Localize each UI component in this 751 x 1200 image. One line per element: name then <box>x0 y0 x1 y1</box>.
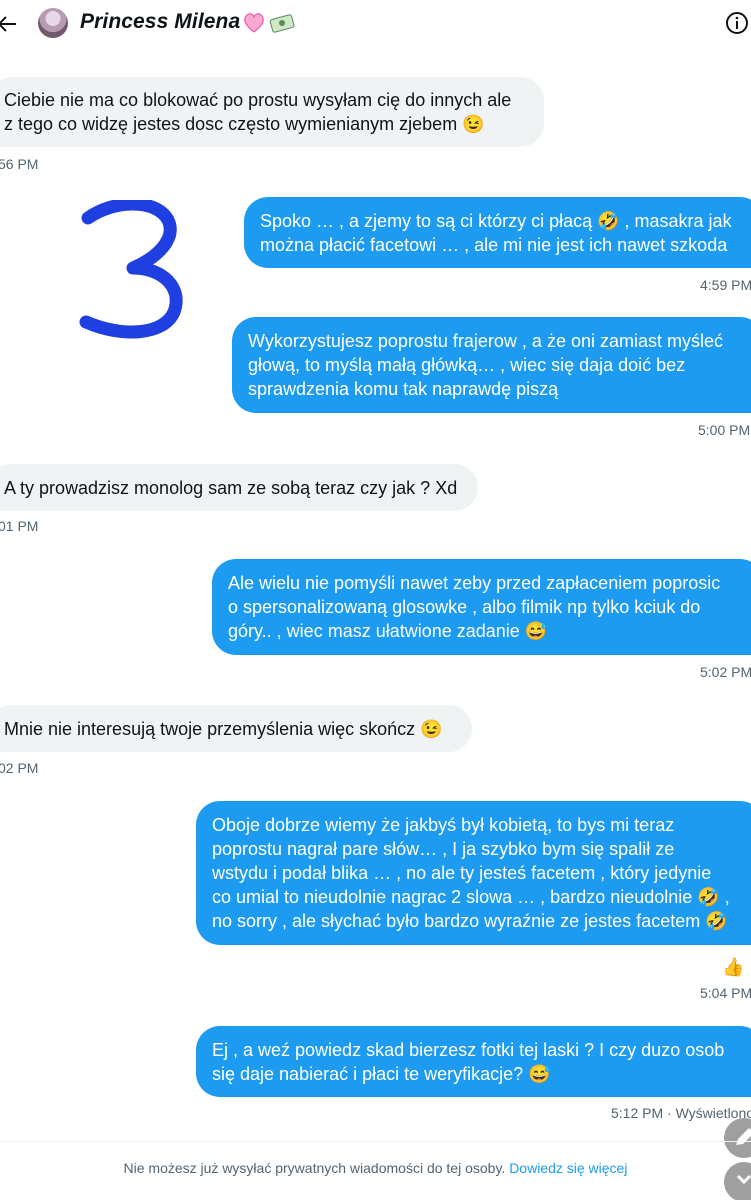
message-bubble-outgoing[interactable]: Oboje dobrze wiemy że jakbyś był kobietą… <box>196 801 751 945</box>
learn-more-link[interactable]: Dowiedz się więcej <box>509 1160 627 1176</box>
message-text: się daje nabierać i płaci te weryfikacje… <box>212 1064 551 1084</box>
contact-name[interactable]: Princess Milena <box>80 10 240 34</box>
back-arrow-icon[interactable] <box>0 12 18 36</box>
message-text: można płacić facetowi … , ale mi nie jes… <box>260 235 728 255</box>
heart-emoji-icon <box>244 13 264 33</box>
message-text: no sorry , ale słychać było bardzo wyraź… <box>212 911 728 931</box>
info-icon[interactable] <box>725 11 749 35</box>
message-text: co umial to nieudolnie nagrac 2 slowa … … <box>212 887 730 907</box>
message-timestamp: 5:02 PM <box>700 664 751 680</box>
message-text: sprawdzenia komu tak naprawdę piszą <box>248 379 559 399</box>
message-text: z tego co widzę jestes dosc często wymie… <box>4 114 485 134</box>
heart-money-emoji-icon <box>244 13 295 33</box>
message-timestamp: 5:04 PM <box>700 985 751 1001</box>
message-bubble-outgoing[interactable]: Ale wielu nie pomyśli nawet zeby przed z… <box>212 559 751 655</box>
footer-divider <box>0 1141 751 1142</box>
message-timestamp: 5:00 PM <box>698 422 751 438</box>
message-timestamp: 4:59 PM <box>700 277 751 293</box>
edit-button[interactable] <box>724 1118 751 1158</box>
message-text: o spersonalizowaną glosowke , albo filmi… <box>228 597 701 617</box>
message-bubble-incoming[interactable]: A ty prowadzisz monolog sam ze sobą tera… <box>0 464 478 511</box>
handwritten-number-annotation <box>79 200 183 339</box>
message-text: Mnie nie interesują twoje przemyślenia w… <box>4 719 443 739</box>
message-bubble-incoming[interactable]: Ciebie nie ma co blokować po prostu wysy… <box>0 77 544 147</box>
avatar[interactable] <box>38 8 68 38</box>
message-text: poprostu nagrał pare słów… , I ja szybko… <box>212 839 675 859</box>
message-text: głową, to myślą małą główką… , wiec się … <box>248 355 686 375</box>
message-timestamp: 01 PM <box>0 518 39 534</box>
notice-text: Nie możesz już wysyłać prywatnych wiadom… <box>123 1160 510 1176</box>
message-bubble-outgoing[interactable]: Wykorzystujesz poprostu frajerow , a że … <box>232 317 751 413</box>
edit-icon <box>736 1128 751 1145</box>
message-text: Ale wielu nie pomyśli nawet zeby przed z… <box>228 573 721 593</box>
message-text: góry.. , wiec masz ułatwione zadanie 😅 <box>228 621 548 641</box>
money-emoji-icon <box>269 14 295 33</box>
message-timestamp: 02 PM <box>0 760 39 776</box>
message-text: Ciebie nie ma co blokować po prostu wysy… <box>4 90 512 110</box>
message-text: Wykorzystujesz poprostu frajerow , a że … <box>248 331 723 351</box>
messaging-disabled-notice: Nie możesz już wysyłać prywatnych wiadom… <box>0 1160 751 1176</box>
message-bubble-incoming[interactable]: Mnie nie interesują twoje przemyślenia w… <box>0 705 472 752</box>
message-timestamp: 56 PM <box>0 156 39 172</box>
message-text: Spoko … , a zjemy to są ci którzy ci pła… <box>260 211 732 231</box>
conversation-header: Princess Milena <box>0 0 751 50</box>
message-text: Ej , a weź powiedz skad bierzesz fotki t… <box>212 1040 725 1060</box>
message-text: wstydu i podał blika … , no ale ty jeste… <box>212 863 712 883</box>
message-text: A ty prowadzisz monolog sam ze sobą tera… <box>4 478 458 498</box>
message-bubble-outgoing[interactable]: Spoko … , a zjemy to są ci którzy ci pła… <box>244 197 751 268</box>
thumbs-up-icon[interactable]: 👍 <box>722 956 744 978</box>
message-text: Oboje dobrze wiemy że jakbyś był kobietą… <box>212 815 675 835</box>
message-bubble-outgoing[interactable]: Ej , a weź powiedz skad bierzesz fotki t… <box>196 1026 751 1097</box>
